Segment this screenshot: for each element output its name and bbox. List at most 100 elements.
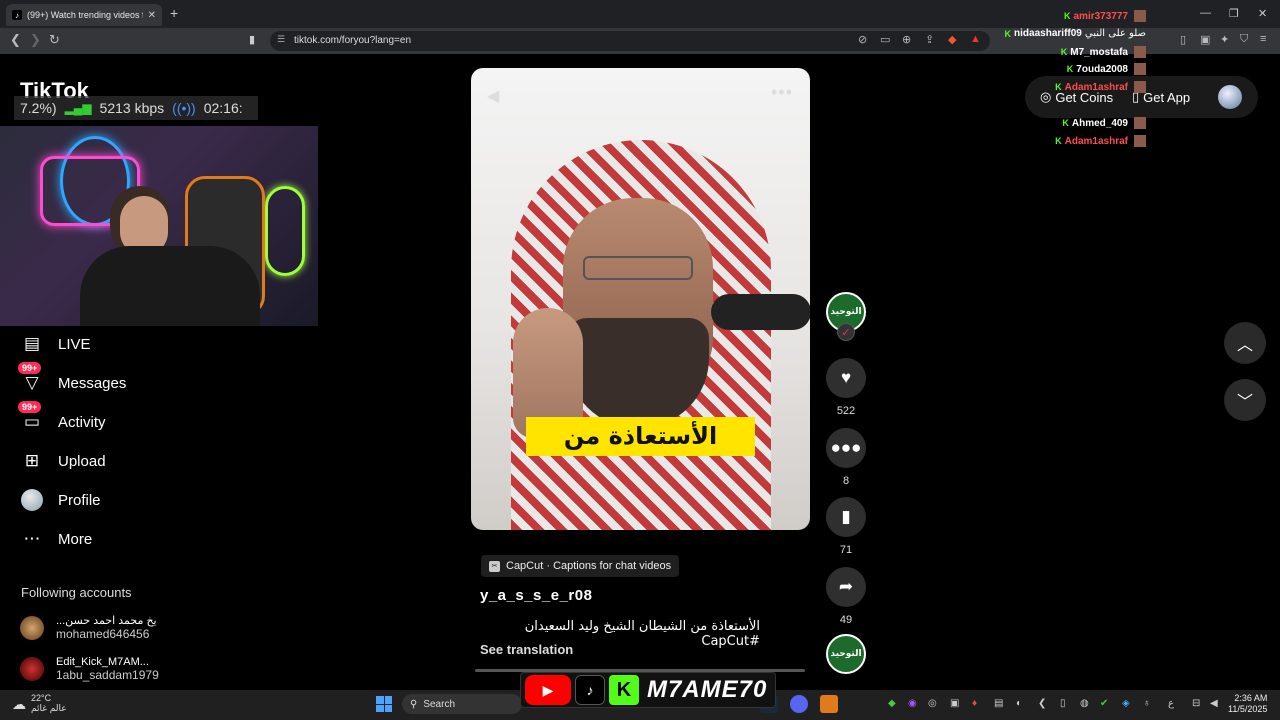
clock-time: 2:36 AM <box>1234 693 1268 703</box>
video-player[interactable]: الأستعاذة من ◀ ••• <box>471 68 810 530</box>
no-translate-icon[interactable]: ⊘ <box>858 33 867 46</box>
sidebar-item-messages[interactable]: ▽ 99+ Messages <box>18 362 126 395</box>
back-icon[interactable]: ❮ <box>10 32 21 48</box>
streamer-name: M7AME70 <box>647 676 768 703</box>
chat-avatar <box>1134 63 1146 75</box>
notification-badge: 99+ <box>18 401 42 413</box>
kick-badge-icon: K <box>1060 47 1068 57</box>
more-options-icon[interactable]: ••• <box>771 82 793 103</box>
tray-icon[interactable]: ◍ <box>1080 698 1089 709</box>
share-icon[interactable]: ⇪ <box>925 33 934 46</box>
following-account-item[interactable]: ...يخ محمد احمد حسن mohamed646456 <box>20 614 157 641</box>
steam-tray-icon[interactable]: ◐ <box>1016 698 1022 709</box>
minimize-icon[interactable]: — <box>1200 7 1211 19</box>
microphone-tray-icon[interactable]: ♁ <box>1143 698 1151 709</box>
taskbar-search[interactable]: ⚲ Search <box>402 694 522 714</box>
chat-message: K Ahmed_409 <box>1062 117 1146 129</box>
bookmark-icon[interactable]: ▮ <box>249 33 255 46</box>
vlc-icon[interactable] <box>820 695 838 713</box>
volume-icon[interactable]: ◀ <box>487 86 499 106</box>
notification-badge: 99+ <box>18 362 42 374</box>
messages-icon: ▽ 99+ <box>18 362 44 395</box>
see-translation-link[interactable]: See translation <box>480 642 573 657</box>
followed-check-icon[interactable]: ✓ <box>837 323 855 341</box>
site-info-icon[interactable]: ☰ <box>277 34 285 45</box>
volume-tray-icon[interactable]: ◀ <box>1210 698 1218 709</box>
wallet-icon[interactable]: ▣ <box>1200 33 1210 46</box>
share-arrow-icon: ➦ <box>838 577 854 596</box>
sidebar-toggle-icon[interactable]: ▯ <box>1180 33 1186 46</box>
browser-tab[interactable]: ♪ (99+) Watch trending videos f ✕ <box>6 4 162 26</box>
streamer-brand-banner: ▶ ♪ K M7AME70 <box>520 672 777 708</box>
stat-percent: 7.2%) <box>20 100 57 116</box>
sidebar-item-upload[interactable]: ⊞ Upload <box>20 449 106 473</box>
upload-icon: ⊞ <box>24 451 40 470</box>
tab-title: (99+) Watch trending videos f <box>27 10 143 20</box>
account-name: Edit_Kick_M7AM... <box>56 656 149 668</box>
close-tab-icon[interactable]: ✕ <box>148 10 156 21</box>
weather-text: عالم غائم <box>31 704 67 714</box>
sidebar-item-label: LIVE <box>58 335 91 353</box>
kick-badge-icon: K <box>1055 136 1062 146</box>
next-video-button[interactable]: ﹀ <box>1224 379 1266 421</box>
brave-rewards-icon[interactable]: ▲ <box>970 33 981 45</box>
kick-logo-icon: K <box>609 675 639 705</box>
forward-icon[interactable]: ❯ <box>30 32 41 48</box>
tray-icon[interactable]: ◆ <box>888 698 896 709</box>
video-author-username[interactable]: y_a_s_s_e_r08 <box>480 587 592 604</box>
close-window-icon[interactable]: ✕ <box>1258 7 1267 20</box>
previous-video-button[interactable]: ︿ <box>1224 322 1266 364</box>
maximize-icon[interactable]: ❐ <box>1229 7 1239 20</box>
sidebar-item-more[interactable]: ⋯ More <box>20 527 93 551</box>
tray-icon[interactable]: ▯ <box>1060 698 1066 709</box>
sidebar-item-activity[interactable]: ▭ 99+ Activity <box>18 401 106 434</box>
chevron-up-icon: ︿ <box>1236 337 1253 354</box>
share-count: 49 <box>839 614 853 626</box>
taskbar-clock[interactable]: 2:36 AM 11/5/2025 <box>1228 693 1267 715</box>
sound-disc[interactable]: التوحيد <box>826 634 866 674</box>
sidebar-item-label: Activity <box>58 413 106 431</box>
account-avatar <box>20 657 44 681</box>
kick-badge-icon: K <box>1062 118 1069 128</box>
brave-shield-icon[interactable]: ◆ <box>948 33 956 46</box>
tray-icon[interactable]: ♦ <box>972 698 977 709</box>
language-indicator[interactable]: ع <box>1168 698 1174 709</box>
reload-icon[interactable]: ↻ <box>49 32 60 48</box>
tray-icon[interactable]: ◈ <box>1122 698 1130 709</box>
like-count: 522 <box>836 405 856 417</box>
reader-icon[interactable]: ▭ <box>880 33 890 46</box>
leo-ai-icon[interactable]: ✦ <box>1220 33 1229 46</box>
sidebar-item-live[interactable]: ▤ LIVE <box>20 332 91 356</box>
zoom-icon[interactable]: ⊕ <box>902 33 911 46</box>
sidebar-item-profile[interactable]: Profile <box>20 488 101 512</box>
tray-icon[interactable]: ◉ <box>908 698 917 709</box>
heart-icon: ♥ <box>840 368 852 387</box>
new-tab-button[interactable]: + <box>170 5 178 21</box>
tray-icon[interactable]: ✔ <box>1100 698 1108 709</box>
save-button[interactable]: ▮ <box>826 497 866 537</box>
tray-icon[interactable]: ❮ <box>1038 698 1046 709</box>
youtube-logo-icon: ▶ <box>525 675 571 705</box>
menu-icon[interactable]: ≡ <box>1260 33 1266 45</box>
windows-start-icon[interactable] <box>376 696 392 712</box>
clock-date: 11/5/2025 <box>1228 704 1268 714</box>
effect-label[interactable]: ✂ CapCut · Captions for chat videos <box>481 555 680 577</box>
chat-message: K amir373777 <box>1064 10 1146 22</box>
like-button[interactable]: ♥ <box>826 358 866 398</box>
coin-icon: ◎ <box>1040 89 1052 104</box>
tray-icon[interactable]: ▣ <box>950 698 959 709</box>
tray-icon[interactable]: ▤ <box>994 698 1003 709</box>
discord-tray-icon[interactable]: ◎ <box>928 698 937 709</box>
following-account-item[interactable]: Edit_Kick_M7AM... 1abu_saddam1979 <box>20 656 159 682</box>
chat-avatar <box>1134 46 1146 58</box>
user-avatar[interactable] <box>1218 85 1242 109</box>
chat-avatar <box>1134 117 1146 129</box>
sidebar-item-label: Profile <box>58 491 101 509</box>
discord-icon[interactable] <box>790 695 808 713</box>
share-button[interactable]: ➦ <box>826 567 866 607</box>
weather-widget[interactable]: ☁ 22°C عالم غائم <box>12 693 67 715</box>
temperature: 22°C <box>31 693 52 703</box>
comment-button[interactable]: ●●● <box>826 428 866 468</box>
vpn-icon[interactable]: ⛉ <box>1240 33 1248 46</box>
network-icon[interactable]: ⊟ <box>1192 698 1200 709</box>
